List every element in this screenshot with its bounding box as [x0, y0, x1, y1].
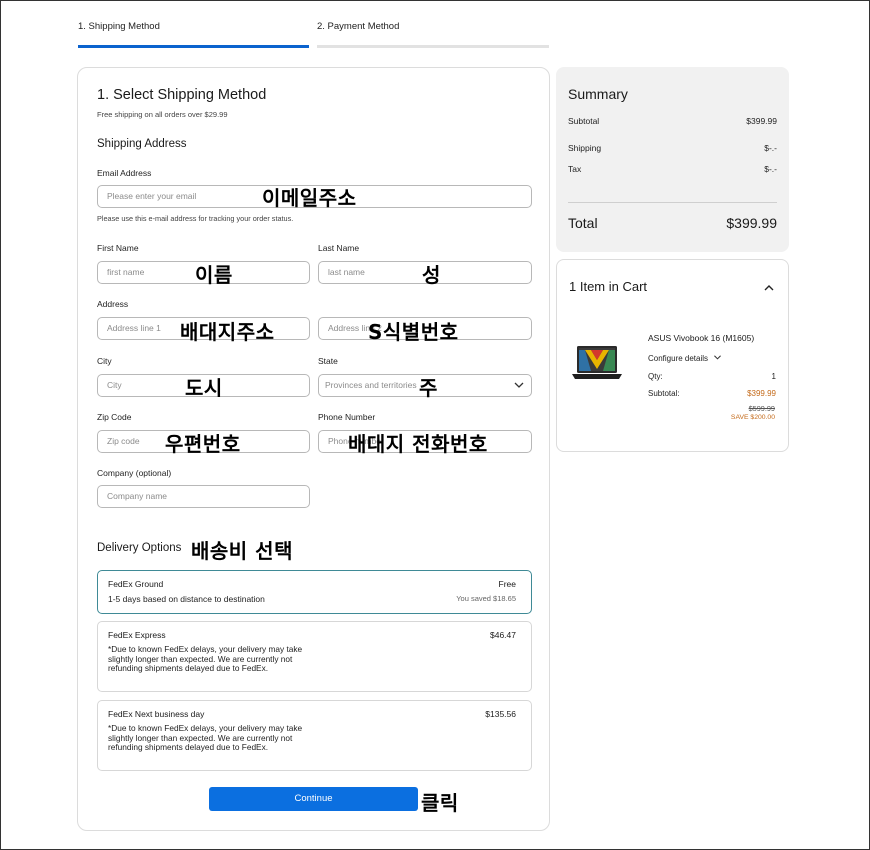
chevron-up-icon[interactable]	[763, 283, 775, 293]
laptop-product-image	[572, 346, 622, 379]
step-payment-method[interactable]: 2. Payment Method	[317, 21, 399, 32]
delivery-option-description: 1-5 days based on distance to destinatio…	[108, 594, 265, 604]
delivery-option-price: $46.47	[490, 630, 516, 640]
delivery-options-heading: Delivery Options	[97, 542, 182, 554]
step-progress-inactive	[317, 45, 549, 48]
delivery-option-fedex-ground[interactable]: FedEx Ground Free 1-5 days based on dist…	[97, 570, 532, 614]
cart-subtotal-value: $399.99	[747, 389, 776, 398]
form-title: 1. Select Shipping Method	[97, 87, 267, 103]
annotation-phone: 배대지 전화번호	[348, 432, 488, 456]
state-select-value: Provinces and territories	[325, 380, 417, 390]
company-label: Company (optional)	[97, 468, 172, 478]
cart-qty-row: Qty: 1	[648, 372, 776, 381]
continue-button[interactable]: Continue	[209, 787, 418, 811]
configure-details-toggle[interactable]: Configure details	[648, 354, 722, 363]
cart-title[interactable]: 1 Item in Cart	[569, 279, 647, 294]
annotation-click: 클릭	[421, 791, 459, 815]
summary-tax-label: Tax	[568, 164, 582, 174]
summary-tax-row: Tax $-.-	[568, 164, 777, 174]
summary-shipping-value: $-.-	[764, 143, 777, 153]
free-shipping-note: Free shipping on all orders over $29.99	[97, 110, 228, 119]
order-summary: Summary Subtotal $399.99 Shipping $-.- T…	[556, 67, 789, 252]
savings-badge: SAVE $200.00	[730, 414, 775, 421]
annotation-first-name: 이름	[195, 263, 233, 287]
step-progress-active	[78, 45, 309, 48]
delivery-option-fedex-express[interactable]: FedEx Express $46.47 *Due to known FedEx…	[97, 621, 532, 692]
zip-code-label: Zip Code	[97, 412, 132, 422]
delivery-option-price: Free	[498, 579, 516, 589]
cart-subtotal-label: Subtotal:	[648, 389, 680, 398]
delivery-option-description: *Due to known FedEx delays, your deliver…	[108, 644, 303, 674]
annotation-state: 주	[419, 376, 438, 400]
last-name-label: Last Name	[318, 243, 360, 253]
delivery-option-title: FedEx Next business day	[108, 709, 205, 719]
annotation-suite-id: S식별번호	[368, 320, 459, 344]
summary-shipping-row: Shipping $-.-	[568, 143, 777, 153]
summary-total-label: Total	[568, 215, 598, 231]
cart-qty-value: 1	[771, 372, 776, 381]
delivery-option-price: $135.56	[485, 709, 516, 719]
configure-details-label: Configure details	[648, 354, 709, 363]
cart-subtotal-row: Subtotal: $399.99	[648, 389, 776, 398]
delivery-option-fedex-next-day[interactable]: FedEx Next business day $135.56 *Due to …	[97, 700, 532, 771]
city-label: City	[97, 356, 112, 366]
original-price: $599.99	[748, 404, 775, 413]
cart-panel: 1 Item in Cart ASUS Vivobook 16 (M1605) …	[556, 259, 789, 452]
state-label: State	[318, 356, 338, 366]
company-input[interactable]: Company name	[97, 485, 310, 508]
first-name-label: First Name	[97, 243, 139, 253]
annotation-last-name: 성	[422, 263, 441, 287]
summary-subtotal-row: Subtotal $399.99	[568, 116, 777, 126]
step-shipping-method[interactable]: 1. Shipping Method	[78, 21, 160, 32]
email-label: Email Address	[97, 168, 152, 178]
chevron-down-icon	[714, 355, 722, 360]
summary-tax-value: $-.-	[764, 164, 777, 174]
summary-divider	[568, 202, 777, 203]
summary-shipping-label: Shipping	[568, 143, 602, 153]
chevron-down-icon	[514, 382, 524, 388]
annotation-address: 배대지주소	[180, 320, 275, 344]
annotation-city: 도시	[185, 376, 223, 400]
annotation-delivery: 배송비 선택	[191, 539, 293, 563]
summary-subtotal-value: $399.99	[746, 116, 777, 126]
summary-total-value: $399.99	[726, 215, 777, 231]
address-label: Address	[97, 299, 129, 309]
summary-subtotal-label: Subtotal	[568, 116, 600, 126]
annotation-zip: 우편번호	[165, 432, 241, 456]
delivery-option-title: FedEx Express	[108, 630, 166, 640]
product-name[interactable]: ASUS Vivobook 16 (M1605)	[648, 333, 754, 343]
summary-total-row: Total $399.99	[568, 215, 777, 231]
email-help-text: Please use this e-mail address for track…	[97, 214, 294, 223]
cart-qty-label: Qty:	[648, 372, 663, 381]
annotation-email: 이메일주소	[262, 186, 357, 210]
delivery-option-title: FedEx Ground	[108, 579, 164, 589]
delivery-option-description: *Due to known FedEx delays, your deliver…	[108, 723, 303, 753]
phone-number-label: Phone Number	[318, 412, 376, 422]
delivery-option-saved: You saved $18.65	[456, 594, 516, 603]
summary-title: Summary	[568, 86, 628, 102]
shipping-address-heading: Shipping Address	[97, 138, 187, 150]
